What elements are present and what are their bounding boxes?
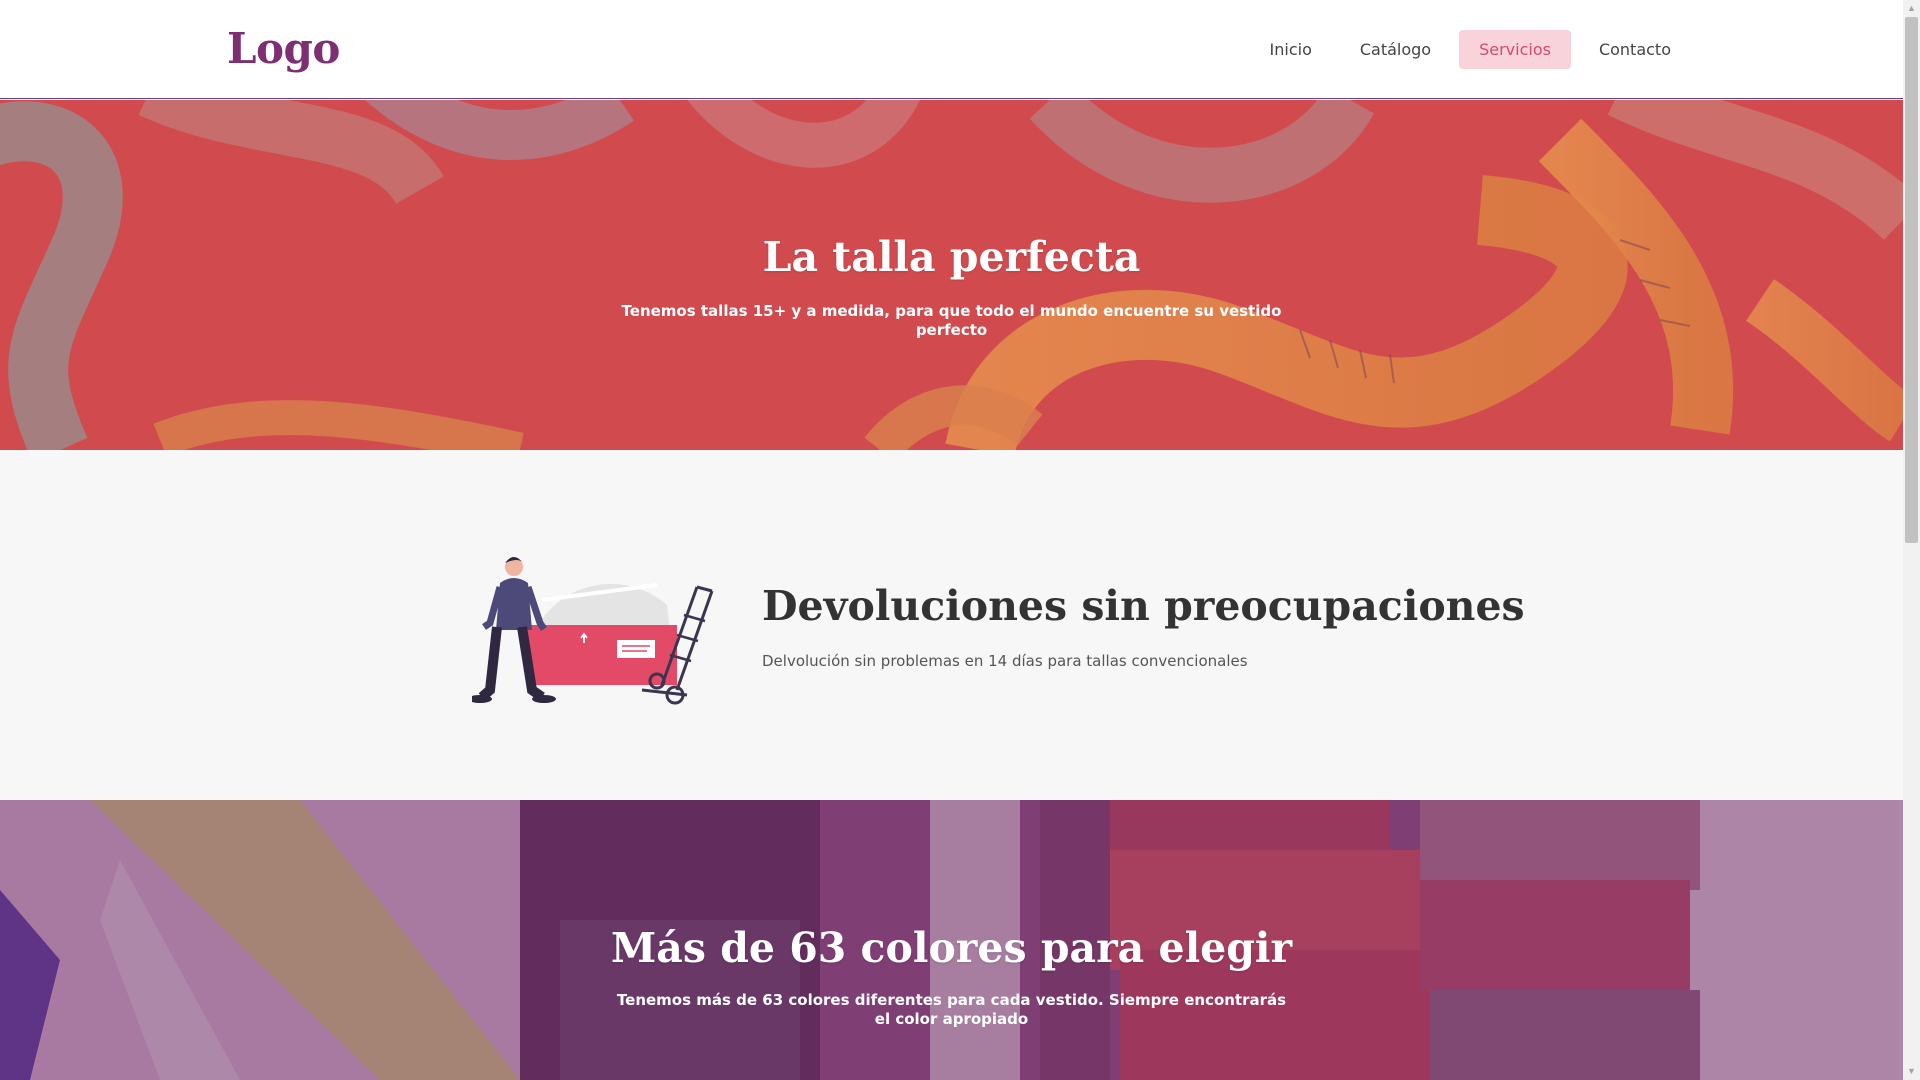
page: Logo Inicio Catálogo Servicios Contacto [0, 0, 1903, 1080]
returns-text: Delvolución sin problemas en 14 días par… [762, 652, 1248, 670]
nav-item-catalogo[interactable]: Catálogo [1340, 30, 1451, 69]
returns-title: Devoluciones sin preocupaciones [762, 582, 1525, 630]
scrollbar-thumb[interactable] [1905, 17, 1918, 543]
nav-item-inicio[interactable]: Inicio [1250, 30, 1332, 69]
hero-colors-section: Más de 63 colores para elegir Tenemos má… [0, 800, 1903, 1080]
scroll-down-arrow-icon[interactable]: ▼ [1903, 1063, 1920, 1080]
site-logo[interactable]: Logo [227, 24, 340, 73]
hero-colors-subtitle: Tenemos más de 63 colores diferentes par… [616, 991, 1287, 1028]
hero-sizes-title: La talla perfecta [762, 233, 1141, 281]
site-header: Logo Inicio Catálogo Servicios Contacto [0, 0, 1903, 99]
returns-feature-section: Devoluciones sin preocupaciones Delvoluc… [0, 450, 1903, 800]
main-nav: Inicio Catálogo Servicios Contacto [1250, 30, 1691, 69]
nav-item-contacto[interactable]: Contacto [1579, 30, 1691, 69]
person-box-handtruck-illustration [472, 557, 714, 705]
vertical-scrollbar[interactable]: ▲ ▼ [1903, 0, 1920, 1080]
nav-item-servicios[interactable]: Servicios [1459, 30, 1571, 69]
hero-sizes-subtitle: Tenemos tallas 15+ y a medida, para que … [621, 302, 1282, 339]
scroll-up-arrow-icon[interactable]: ▲ [1903, 0, 1920, 17]
hero-colors-title: Más de 63 colores para elegir [610, 924, 1293, 972]
hero-sizes-section: La talla perfecta Tenemos tallas 15+ y a… [0, 100, 1903, 450]
